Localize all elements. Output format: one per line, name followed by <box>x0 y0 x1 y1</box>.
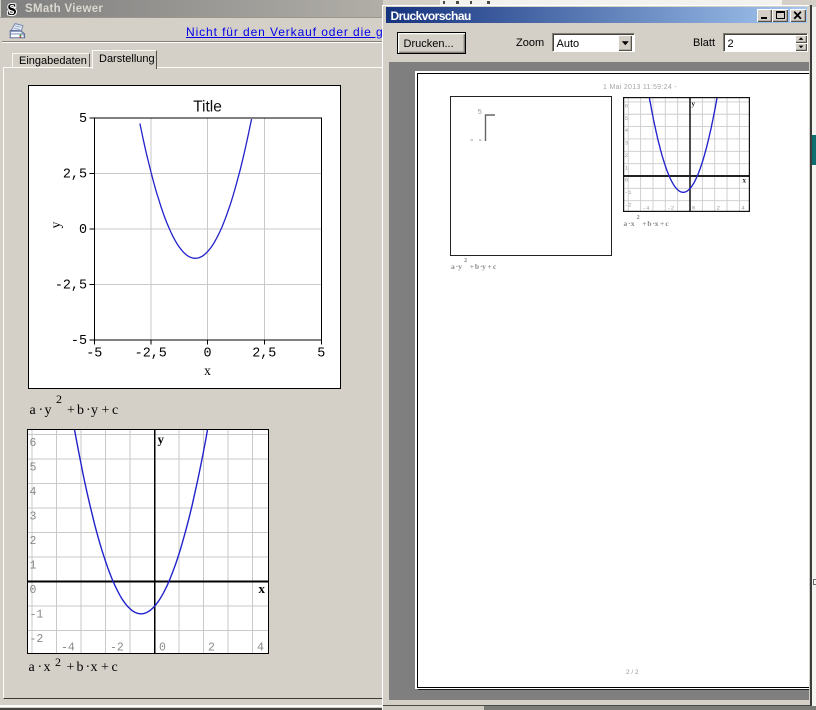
svg-text:4: 4 <box>625 127 629 134</box>
svg-text:Title: Title <box>193 99 222 116</box>
svg-text:2: 2 <box>30 535 37 548</box>
svg-text:3: 3 <box>625 139 629 146</box>
svg-text:S: S <box>7 1 16 18</box>
svg-text:-2: -2 <box>30 633 44 646</box>
svg-text:2: 2 <box>717 204 721 211</box>
svg-text:-2: -2 <box>625 201 632 208</box>
svg-text:2,5: 2,5 <box>252 347 276 362</box>
svg-text:-4: -4 <box>61 642 75 655</box>
svg-text:1: 1 <box>30 560 37 573</box>
svg-text:0: 0 <box>79 223 87 238</box>
svg-text:5: 5 <box>625 114 629 121</box>
svg-text:-2: -2 <box>667 204 674 211</box>
svg-text:0: 0 <box>692 204 696 211</box>
svg-text:2: 2 <box>208 642 215 655</box>
svg-text:0: 0 <box>203 347 211 362</box>
svg-text:y: y <box>158 432 165 447</box>
svg-text:-2,5: -2,5 <box>55 279 87 294</box>
svg-text:6: 6 <box>625 102 629 109</box>
svg-text:x: x <box>259 581 266 596</box>
svg-text:5: 5 <box>79 112 87 127</box>
svg-text:1: 1 <box>625 164 629 171</box>
svg-text:-2: -2 <box>110 642 124 655</box>
svg-text:5: 5 <box>30 462 37 475</box>
svg-text:6: 6 <box>30 437 37 450</box>
svg-text:-4: -4 <box>642 204 649 211</box>
svg-text:4: 4 <box>741 204 745 211</box>
svg-text:3: 3 <box>30 511 37 524</box>
svg-text:-2,5: -2,5 <box>135 347 167 362</box>
svg-text:-5: -5 <box>71 334 87 349</box>
svg-text:2,5: 2,5 <box>63 168 87 183</box>
svg-text:y: y <box>48 221 63 228</box>
svg-text:-1: -1 <box>625 188 632 195</box>
svg-text:2: 2 <box>625 151 629 158</box>
svg-text:4: 4 <box>30 486 37 499</box>
svg-text:0: 0 <box>625 176 629 183</box>
svg-text:0: 0 <box>30 584 37 597</box>
svg-text:5: 5 <box>317 347 325 362</box>
svg-text:-1: -1 <box>30 609 44 622</box>
svg-text:x: x <box>204 363 211 378</box>
svg-text:y: y <box>692 100 696 108</box>
svg-text:0: 0 <box>159 642 166 655</box>
svg-text:4: 4 <box>257 642 264 655</box>
svg-text:-5: -5 <box>86 347 102 362</box>
svg-text:x: x <box>743 176 747 184</box>
